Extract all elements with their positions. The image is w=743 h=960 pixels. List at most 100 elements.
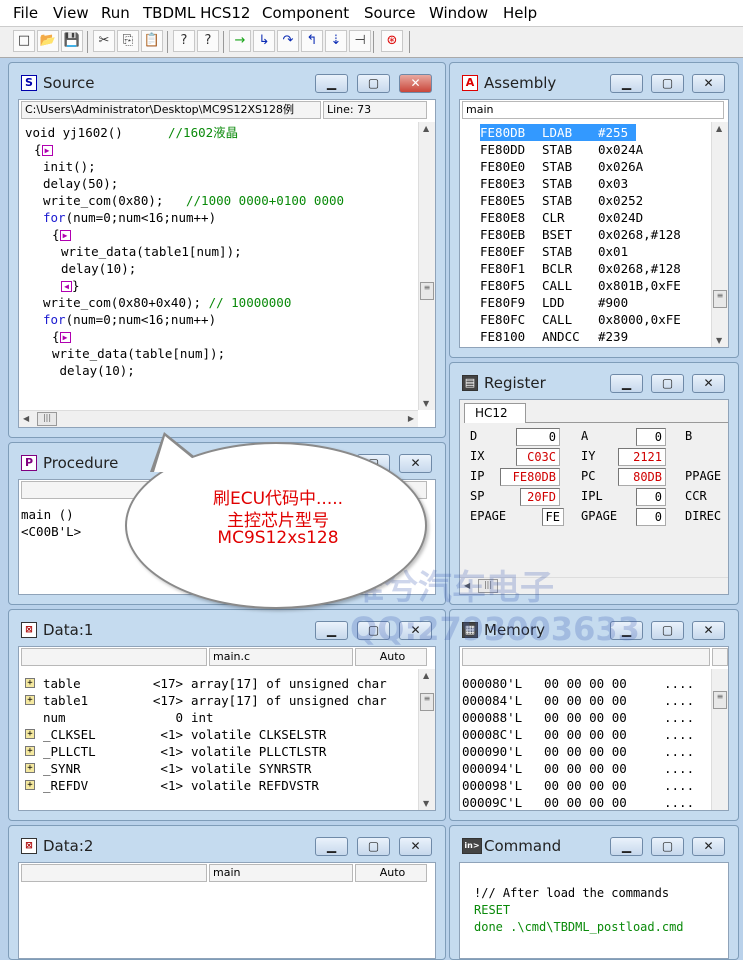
register-value[interactable]: 0 (636, 488, 666, 506)
memory-row[interactable]: 000080'L 00 00 00 00.... (462, 675, 712, 692)
menu-source[interactable]: Source (364, 4, 416, 22)
data-variable-row[interactable]: + _REFDV <1> volatile REFDVSTR (23, 777, 425, 794)
procedure-item[interactable]: <C00B'L> (21, 523, 81, 540)
minimize-button[interactable]: ▁ (610, 74, 643, 93)
register-value[interactable]: C03C (516, 448, 560, 466)
data-variable-row[interactable]: + _SYNR <1> volatile SYNRSTR (23, 760, 425, 777)
assembly-row[interactable]: FE80F9 LDD #900 (480, 294, 712, 311)
maximize-button[interactable]: ▢ (651, 837, 684, 856)
step-icon[interactable]: ↳ (253, 30, 275, 52)
scroll-down-arrow[interactable]: ▼ (716, 336, 722, 345)
maximize-button[interactable]: ▢ (651, 621, 684, 640)
register-value[interactable]: 20FD (520, 488, 560, 506)
breakpoint-marker-icon[interactable]: ▶ (59, 230, 71, 241)
assembly-row[interactable]: FE80E3 STAB 0x03 (480, 175, 712, 192)
minimize-button[interactable]: ▁ (610, 837, 643, 856)
expand-icon[interactable]: + (25, 729, 35, 739)
menu-help[interactable]: Help (503, 4, 537, 22)
expand-icon[interactable]: + (25, 763, 35, 773)
assembly-row[interactable]: FE80E5 STAB 0x0252 (480, 192, 712, 209)
context-help-icon[interactable]: ? (197, 30, 219, 52)
step-out-icon[interactable]: ↰ (301, 30, 323, 52)
data2-mode-field[interactable]: Auto (355, 864, 427, 882)
source-horizontal-scrollbar[interactable]: ◀ ||| ▶ (19, 410, 418, 427)
paste-icon[interactable]: 📋 (141, 30, 163, 52)
scroll-up-arrow[interactable]: ▲ (423, 124, 429, 133)
menu-view[interactable]: View (53, 4, 89, 22)
scroll-left-arrow[interactable]: ◀ (23, 414, 29, 423)
memory-row[interactable]: 000088'L 00 00 00 00.... (462, 709, 712, 726)
memory-row[interactable]: 00009C'L 00 00 00 00.... (462, 794, 712, 810)
scroll-thumb[interactable]: ≡ (713, 691, 727, 709)
close-button[interactable]: ✕ (692, 621, 725, 640)
open-icon[interactable]: 📂 (37, 30, 59, 52)
assembly-row[interactable]: FE80DB LDAB #255 (480, 124, 712, 141)
assembly-row[interactable]: FE80E8 CLR 0x024D (480, 209, 712, 226)
assembly-row[interactable]: FE80EF STAB 0x01 (480, 243, 712, 260)
breakpoint-marker-icon[interactable]: ▶ (41, 145, 53, 156)
reset-icon[interactable]: ⊛ (381, 30, 403, 52)
copy-icon[interactable]: ⎘ (117, 30, 139, 52)
cut-icon[interactable]: ✂ (93, 30, 115, 52)
close-button[interactable]: ✕ (692, 374, 725, 393)
menu-component[interactable]: Component (262, 4, 349, 22)
step-over-icon[interactable]: ↷ (277, 30, 299, 52)
save-icon[interactable]: 💾 (61, 30, 83, 52)
assembly-row[interactable]: FE80FC CALL 0x8000,0xFE (480, 311, 712, 328)
memory-row[interactable]: 000094'L 00 00 00 00.... (462, 760, 712, 777)
assembly-vertical-scrollbar[interactable]: ▲ ≡ ▼ (711, 122, 728, 347)
memory-row[interactable]: 000090'L 00 00 00 00.... (462, 743, 712, 760)
register-value[interactable]: 0 (636, 428, 666, 446)
register-titlebar[interactable]: ▤ Register ▁ ▢ ✕ (450, 363, 738, 399)
minimize-button[interactable]: ▁ (315, 74, 348, 93)
close-button[interactable]: ✕ (692, 74, 725, 93)
source-vertical-scrollbar[interactable]: ▲ ≡ ▼ (418, 122, 435, 410)
assembly-row[interactable]: FE80F1 BCLR 0x0268,#128 (480, 260, 712, 277)
breakpoint-marker-icon[interactable]: ▶ (59, 332, 71, 343)
memory-dump[interactable]: 000080'L 00 00 00 00.... 000084'L 00 00 00 … (462, 675, 712, 810)
maximize-button[interactable]: ▢ (357, 837, 390, 856)
assembly-step-icon[interactable]: ⇣ (325, 30, 347, 52)
register-value[interactable]: 2121 (618, 448, 666, 466)
maximize-button[interactable]: ▢ (651, 74, 684, 93)
command-pane[interactable]: !// After load the commands RESET done .\c… (459, 862, 729, 959)
register-tab-hc12[interactable]: HC12 (464, 403, 526, 423)
data1-vertical-scrollbar[interactable]: ▲ ≡ ▼ (418, 669, 435, 810)
close-button[interactable]: ✕ (399, 74, 432, 93)
maximize-button[interactable]: ▢ (651, 374, 684, 393)
scroll-right-arrow[interactable]: ▶ (408, 414, 414, 423)
memory-row[interactable]: 000084'L 00 00 00 00.... (462, 692, 712, 709)
halt-icon[interactable]: ⊣ (349, 30, 371, 52)
scroll-down-arrow[interactable]: ▼ (423, 799, 429, 808)
scroll-down-arrow[interactable]: ▼ (423, 399, 429, 408)
expand-icon[interactable]: + (25, 780, 35, 790)
help-icon[interactable]: ? (173, 30, 195, 52)
expand-icon[interactable]: + (25, 678, 35, 688)
assembly-row[interactable]: FE80E0 STAB 0x026A (480, 158, 712, 175)
scroll-thumb[interactable]: ≡ (420, 282, 434, 300)
minimize-button[interactable]: ▁ (315, 621, 348, 640)
register-value[interactable]: 0 (516, 428, 560, 446)
menu-tbdml-hcs12[interactable]: TBDML HCS12 (143, 4, 250, 22)
close-button[interactable]: ✕ (399, 454, 432, 473)
memory-vertical-scrollbar[interactable]: ≡ (711, 669, 728, 810)
data-variable-row[interactable]: + table1 <17> array[17] of unsigned char (23, 692, 425, 709)
register-value[interactable]: 80DB (618, 468, 666, 486)
data1-mode-field[interactable]: Auto (355, 648, 427, 666)
assembly-row[interactable]: FE80DD STAB 0x024A (480, 141, 712, 158)
register-value[interactable]: FE80DB (500, 468, 560, 486)
scroll-thumb[interactable]: ≡ (420, 693, 434, 711)
start-icon[interactable]: → (229, 30, 251, 52)
assembly-titlebar[interactable]: A Assembly ▁ ▢ ✕ (450, 63, 738, 99)
menu-file[interactable]: File (13, 4, 38, 22)
memory-row[interactable]: 00008C'L 00 00 00 00.... (462, 726, 712, 743)
assembly-row[interactable]: FE80EB BSET 0x0268,#128 (480, 226, 712, 243)
scroll-up-arrow[interactable]: ▲ (716, 124, 722, 133)
command-titlebar[interactable]: in> Command ▁ ▢ ✕ (450, 826, 738, 862)
menu-window[interactable]: Window (429, 4, 488, 22)
menu-run[interactable]: Run (101, 4, 130, 22)
minimize-button[interactable]: ▁ (315, 837, 348, 856)
data-variable-row[interactable]: + _CLKSEL <1> volatile CLKSELSTR (23, 726, 425, 743)
assembly-row[interactable]: FE80F5 CALL 0x801B,0xFE (480, 277, 712, 294)
data-variable-row[interactable]: num 0 int (23, 709, 425, 726)
